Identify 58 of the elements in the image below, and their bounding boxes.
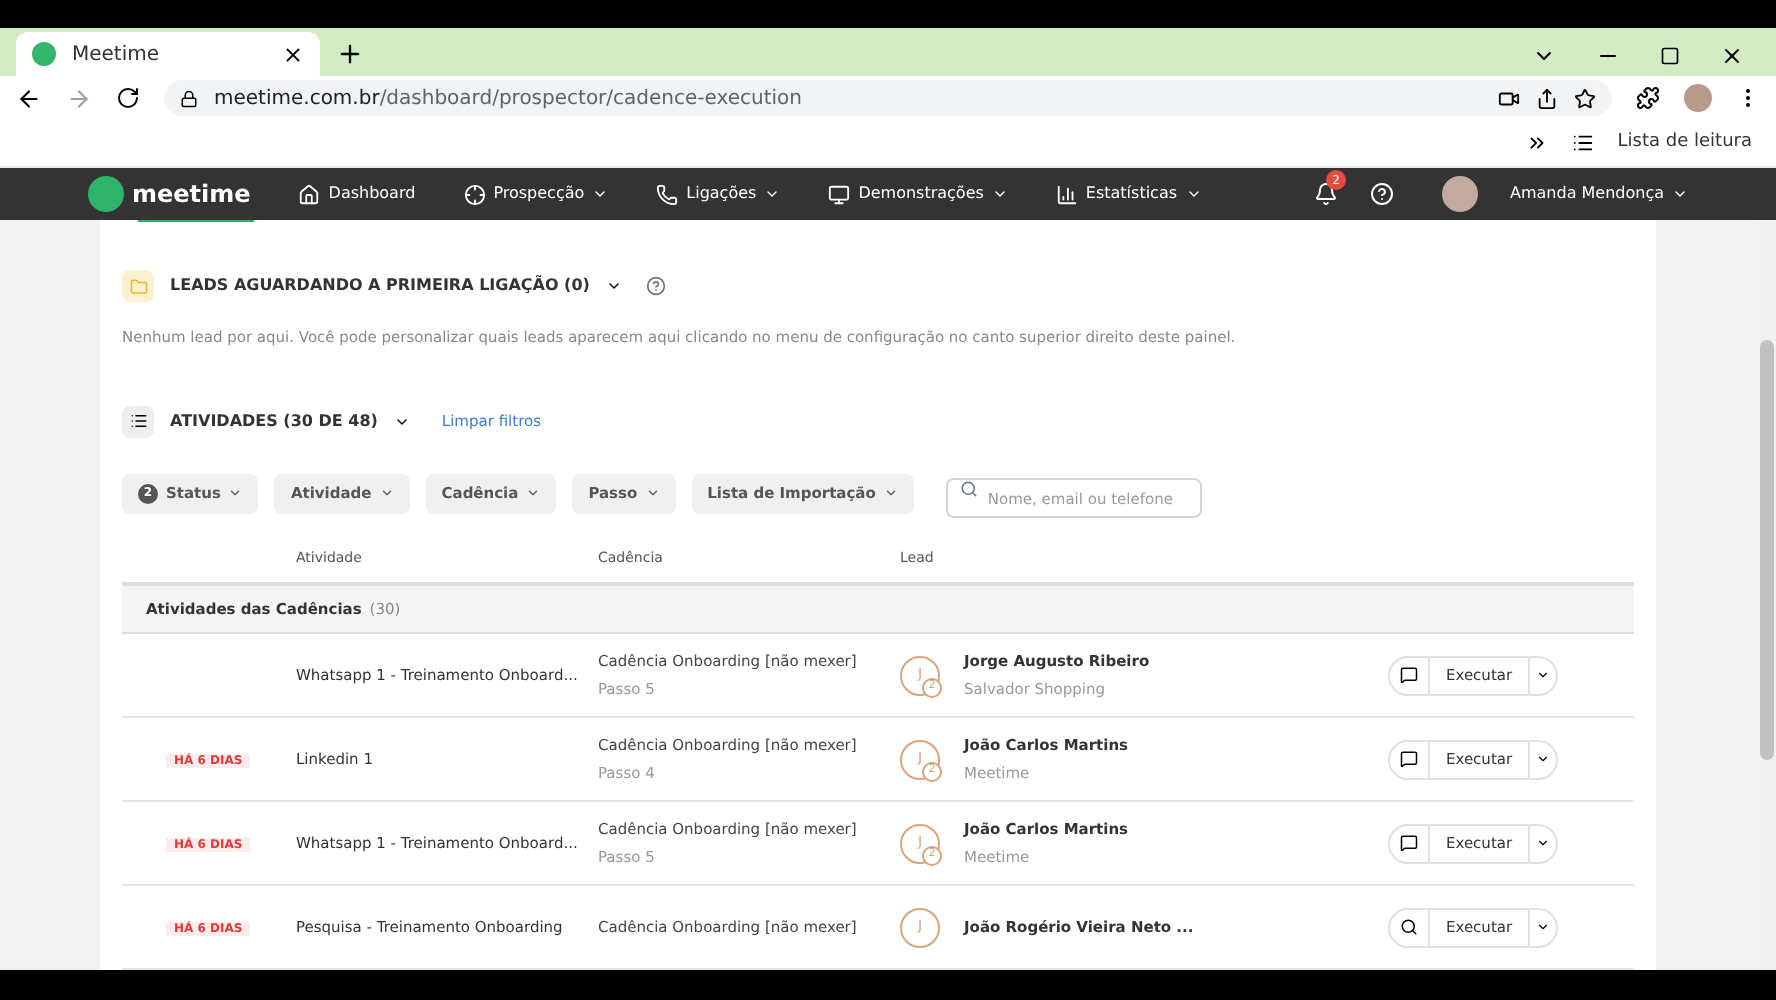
- caret-icon[interactable]: [1536, 668, 1551, 683]
- caret-icon: [645, 486, 660, 501]
- nav-item[interactable]: Ligações: [656, 182, 781, 206]
- search-icon[interactable]: [1400, 918, 1418, 937]
- extensions-icon[interactable]: [1636, 86, 1660, 110]
- share-icon[interactable]: [1536, 87, 1558, 109]
- caret-icon: [526, 486, 541, 501]
- home-icon: [298, 183, 321, 205]
- monitor-icon: [828, 183, 851, 205]
- reading-list-link[interactable]: Lista de leitura: [1617, 129, 1752, 157]
- user-menu[interactable]: Amanda Mendonça: [1510, 182, 1688, 206]
- chat-icon[interactable]: [1400, 666, 1418, 685]
- url-text: meetime.com.br/dashboard/prospector/cadence-execution: [214, 85, 804, 113]
- browser-tab[interactable]: Meetime: [16, 32, 320, 76]
- caret-icon[interactable]: [1536, 920, 1551, 935]
- address-bar[interactable]: meetime.com.br/dashboard/prospector/cadence-execution: [164, 80, 1612, 116]
- tab-title: Meetime: [72, 41, 162, 69]
- phone-icon: [656, 183, 679, 205]
- search-icon: [959, 480, 978, 499]
- star-icon[interactable]: [1574, 87, 1596, 109]
- caret-icon[interactable]: [1536, 836, 1551, 851]
- list-icon: [122, 405, 154, 438]
- restore-icon[interactable]: [1660, 46, 1680, 66]
- caret-icon: [379, 486, 394, 501]
- caret-icon: [883, 486, 898, 501]
- caret-icon: [592, 186, 609, 202]
- camera-icon[interactable]: [1498, 87, 1520, 109]
- crosshair-icon: [463, 183, 486, 205]
- caret-icon: [228, 486, 243, 501]
- lock-icon: [180, 89, 198, 107]
- nav-item[interactable]: Dashboard: [298, 182, 416, 206]
- nav-item[interactable]: Demonstrações: [828, 182, 1008, 206]
- back-icon[interactable]: [16, 85, 42, 111]
- leads-title: LEADS AGUARDANDO A PRIMEIRA LIGAÇÃO (0): [170, 274, 590, 299]
- chat-icon[interactable]: [1400, 750, 1418, 769]
- reload-icon[interactable]: [116, 86, 140, 110]
- caret-icon[interactable]: [1536, 752, 1551, 767]
- notification-icon[interactable]: [1314, 182, 1338, 206]
- close-window-icon[interactable]: [1720, 44, 1744, 68]
- caret-icon: [1672, 186, 1688, 202]
- close-icon[interactable]: [282, 43, 304, 65]
- favicon-icon: [32, 42, 56, 66]
- nav-item[interactable]: Prospecção: [463, 182, 609, 206]
- profile-avatar[interactable]: [1684, 84, 1712, 112]
- bar-chart-icon: [1055, 183, 1078, 205]
- forward-icon[interactable]: [66, 85, 92, 111]
- activities-title: ATIVIDADES (30 DE 48): [170, 409, 378, 434]
- leads-icon: [122, 270, 154, 303]
- chat-icon[interactable]: [1400, 834, 1418, 853]
- more-bookmarks-icon[interactable]: [1525, 132, 1548, 154]
- caret-icon: [1185, 186, 1202, 202]
- caret-icon: [991, 186, 1008, 202]
- scrollbar-thumb[interactable]: [1759, 340, 1773, 760]
- user-avatar[interactable]: [1442, 176, 1478, 212]
- nav-item[interactable]: Estatísticas: [1055, 182, 1202, 206]
- caret-icon: [764, 186, 781, 202]
- new-tab-icon[interactable]: [336, 40, 364, 68]
- meetime-logo[interactable]: meetime: [88, 176, 251, 212]
